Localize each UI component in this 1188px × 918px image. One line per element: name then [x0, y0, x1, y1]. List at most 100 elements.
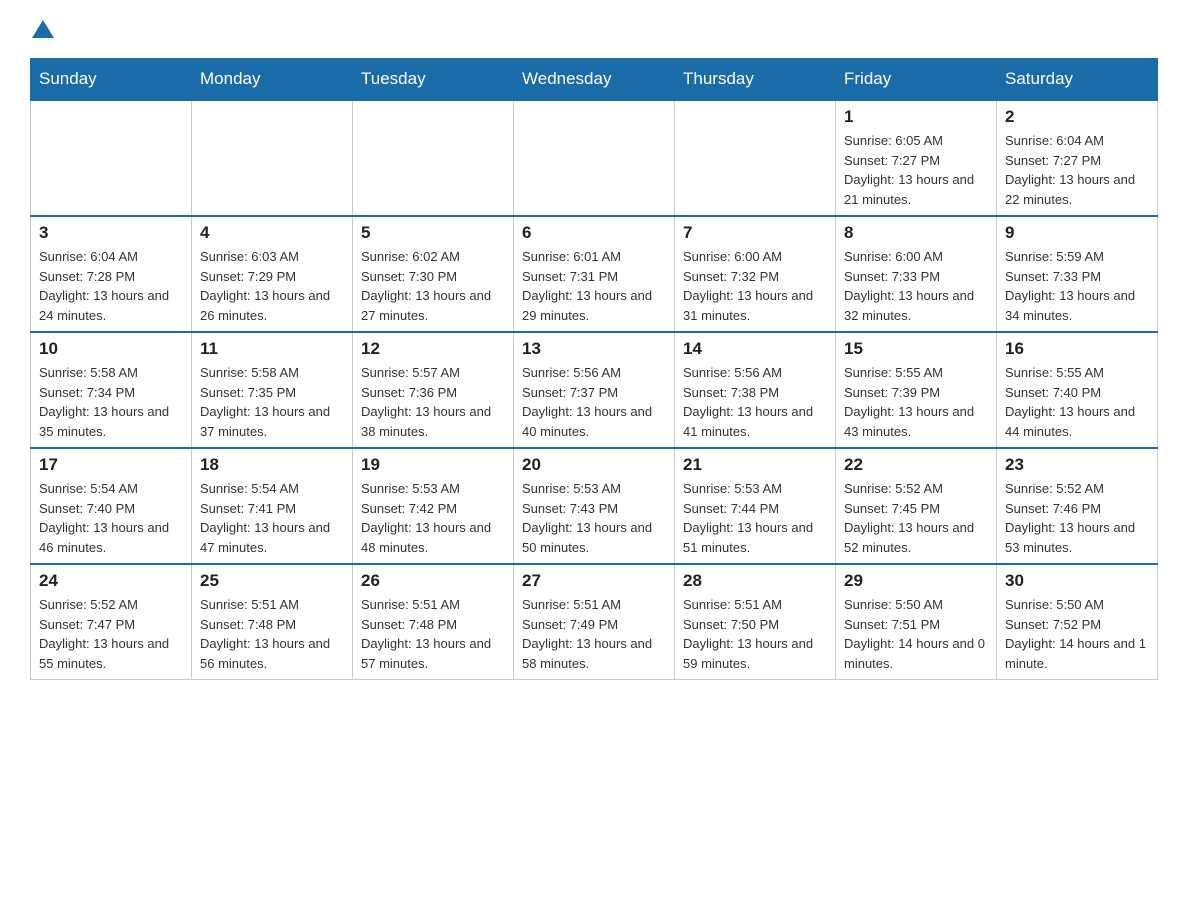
logo: [30, 20, 54, 38]
day-info: Sunrise: 5:53 AMSunset: 7:43 PMDaylight:…: [522, 479, 666, 557]
day-info: Sunrise: 5:51 AMSunset: 7:48 PMDaylight:…: [200, 595, 344, 673]
day-info: Sunrise: 6:04 AMSunset: 7:28 PMDaylight:…: [39, 247, 183, 325]
calendar-header-row: SundayMondayTuesdayWednesdayThursdayFrid…: [31, 59, 1158, 101]
calendar-header-tuesday: Tuesday: [353, 59, 514, 101]
logo-triangle-icon: [32, 20, 54, 38]
day-info: Sunrise: 5:51 AMSunset: 7:50 PMDaylight:…: [683, 595, 827, 673]
day-info: Sunrise: 6:05 AMSunset: 7:27 PMDaylight:…: [844, 131, 988, 209]
week-row-1: 1 Sunrise: 6:05 AMSunset: 7:27 PMDaylight…: [31, 100, 1158, 216]
day-info: Sunrise: 5:59 AMSunset: 7:33 PMDaylight:…: [1005, 247, 1149, 325]
calendar-cell: 15 Sunrise: 5:55 AMSunset: 7:39 PMDayligh…: [836, 332, 997, 448]
day-number: 9: [1005, 223, 1149, 243]
day-info: Sunrise: 5:50 AMSunset: 7:52 PMDaylight:…: [1005, 595, 1149, 673]
calendar-cell: 11Sunrise: 5:58 AMSunset: 7:35 PMDayligh…: [192, 332, 353, 448]
calendar-header-wednesday: Wednesday: [514, 59, 675, 101]
calendar-cell: 17Sunrise: 5:54 AMSunset: 7:40 PMDayligh…: [31, 448, 192, 564]
week-row-2: 3 Sunrise: 6:04 AMSunset: 7:28 PMDaylight…: [31, 216, 1158, 332]
day-info: Sunrise: 5:56 AMSunset: 7:38 PMDaylight:…: [683, 363, 827, 441]
calendar-cell: 14 Sunrise: 5:56 AMSunset: 7:38 PMDayligh…: [675, 332, 836, 448]
page-header: [30, 20, 1158, 38]
day-number: 24: [39, 571, 183, 591]
calendar-header-thursday: Thursday: [675, 59, 836, 101]
day-number: 23: [1005, 455, 1149, 475]
calendar-table: SundayMondayTuesdayWednesdayThursdayFrid…: [30, 58, 1158, 680]
calendar-header-saturday: Saturday: [997, 59, 1158, 101]
day-number: 16: [1005, 339, 1149, 359]
day-number: 13: [522, 339, 666, 359]
day-number: 12: [361, 339, 505, 359]
day-info: Sunrise: 5:52 AMSunset: 7:47 PMDaylight:…: [39, 595, 183, 673]
calendar-cell: 22 Sunrise: 5:52 AMSunset: 7:45 PMDayligh…: [836, 448, 997, 564]
calendar-cell: [514, 100, 675, 216]
calendar-cell: 19Sunrise: 5:53 AMSunset: 7:42 PMDayligh…: [353, 448, 514, 564]
day-info: Sunrise: 5:58 AMSunset: 7:35 PMDaylight:…: [200, 363, 344, 441]
day-info: Sunrise: 5:57 AMSunset: 7:36 PMDaylight:…: [361, 363, 505, 441]
calendar-cell: 23 Sunrise: 5:52 AMSunset: 7:46 PMDayligh…: [997, 448, 1158, 564]
calendar-cell: 3 Sunrise: 6:04 AMSunset: 7:28 PMDaylight…: [31, 216, 192, 332]
calendar-cell: 24 Sunrise: 5:52 AMSunset: 7:47 PMDayligh…: [31, 564, 192, 680]
calendar-header-friday: Friday: [836, 59, 997, 101]
day-info: Sunrise: 6:02 AMSunset: 7:30 PMDaylight:…: [361, 247, 505, 325]
day-number: 8: [844, 223, 988, 243]
calendar-cell: 12 Sunrise: 5:57 AMSunset: 7:36 PMDayligh…: [353, 332, 514, 448]
day-number: 3: [39, 223, 183, 243]
day-info: Sunrise: 5:55 AMSunset: 7:40 PMDaylight:…: [1005, 363, 1149, 441]
day-number: 19: [361, 455, 505, 475]
day-number: 2: [1005, 107, 1149, 127]
day-info: Sunrise: 6:00 AMSunset: 7:32 PMDaylight:…: [683, 247, 827, 325]
calendar-cell: 10 Sunrise: 5:58 AMSunset: 7:34 PMDayligh…: [31, 332, 192, 448]
day-number: 6: [522, 223, 666, 243]
calendar-cell: 2Sunrise: 6:04 AMSunset: 7:27 PMDaylight…: [997, 100, 1158, 216]
calendar-cell: 16 Sunrise: 5:55 AMSunset: 7:40 PMDayligh…: [997, 332, 1158, 448]
day-number: 30: [1005, 571, 1149, 591]
day-info: Sunrise: 5:52 AMSunset: 7:46 PMDaylight:…: [1005, 479, 1149, 557]
calendar-cell: 7 Sunrise: 6:00 AMSunset: 7:32 PMDaylight…: [675, 216, 836, 332]
calendar-header-monday: Monday: [192, 59, 353, 101]
calendar-cell: 25 Sunrise: 5:51 AMSunset: 7:48 PMDayligh…: [192, 564, 353, 680]
calendar-cell: [353, 100, 514, 216]
calendar-cell: 18 Sunrise: 5:54 AMSunset: 7:41 PMDayligh…: [192, 448, 353, 564]
calendar-cell: [192, 100, 353, 216]
day-info: Sunrise: 5:52 AMSunset: 7:45 PMDaylight:…: [844, 479, 988, 557]
calendar-cell: [675, 100, 836, 216]
day-number: 29: [844, 571, 988, 591]
day-info: Sunrise: 5:53 AMSunset: 7:44 PMDaylight:…: [683, 479, 827, 557]
day-number: 27: [522, 571, 666, 591]
calendar-cell: 13 Sunrise: 5:56 AMSunset: 7:37 PMDayligh…: [514, 332, 675, 448]
day-number: 25: [200, 571, 344, 591]
day-number: 21: [683, 455, 827, 475]
calendar-cell: 30 Sunrise: 5:50 AMSunset: 7:52 PMDayligh…: [997, 564, 1158, 680]
calendar-cell: 1 Sunrise: 6:05 AMSunset: 7:27 PMDaylight…: [836, 100, 997, 216]
calendar-cell: 28 Sunrise: 5:51 AMSunset: 7:50 PMDayligh…: [675, 564, 836, 680]
day-info: Sunrise: 5:51 AMSunset: 7:48 PMDaylight:…: [361, 595, 505, 673]
day-info: Sunrise: 6:03 AMSunset: 7:29 PMDaylight:…: [200, 247, 344, 325]
day-number: 10: [39, 339, 183, 359]
day-number: 1: [844, 107, 988, 127]
day-info: Sunrise: 6:01 AMSunset: 7:31 PMDaylight:…: [522, 247, 666, 325]
day-number: 4: [200, 223, 344, 243]
day-info: Sunrise: 5:55 AMSunset: 7:39 PMDaylight:…: [844, 363, 988, 441]
calendar-cell: [31, 100, 192, 216]
calendar-cell: 9 Sunrise: 5:59 AMSunset: 7:33 PMDaylight…: [997, 216, 1158, 332]
day-number: 28: [683, 571, 827, 591]
calendar-cell: 4 Sunrise: 6:03 AMSunset: 7:29 PMDaylight…: [192, 216, 353, 332]
day-number: 7: [683, 223, 827, 243]
day-info: Sunrise: 5:54 AMSunset: 7:41 PMDaylight:…: [200, 479, 344, 557]
week-row-5: 24 Sunrise: 5:52 AMSunset: 7:47 PMDayligh…: [31, 564, 1158, 680]
calendar-cell: 27 Sunrise: 5:51 AMSunset: 7:49 PMDayligh…: [514, 564, 675, 680]
day-number: 18: [200, 455, 344, 475]
day-info: Sunrise: 5:58 AMSunset: 7:34 PMDaylight:…: [39, 363, 183, 441]
week-row-3: 10 Sunrise: 5:58 AMSunset: 7:34 PMDayligh…: [31, 332, 1158, 448]
calendar-cell: 26Sunrise: 5:51 AMSunset: 7:48 PMDayligh…: [353, 564, 514, 680]
day-number: 15: [844, 339, 988, 359]
calendar-cell: 8Sunrise: 6:00 AMSunset: 7:33 PMDaylight…: [836, 216, 997, 332]
day-number: 5: [361, 223, 505, 243]
day-number: 22: [844, 455, 988, 475]
calendar-cell: 20 Sunrise: 5:53 AMSunset: 7:43 PMDayligh…: [514, 448, 675, 564]
calendar-header-sunday: Sunday: [31, 59, 192, 101]
day-info: Sunrise: 5:56 AMSunset: 7:37 PMDaylight:…: [522, 363, 666, 441]
day-number: 20: [522, 455, 666, 475]
calendar-cell: 29Sunrise: 5:50 AMSunset: 7:51 PMDayligh…: [836, 564, 997, 680]
day-info: Sunrise: 5:51 AMSunset: 7:49 PMDaylight:…: [522, 595, 666, 673]
day-number: 14: [683, 339, 827, 359]
